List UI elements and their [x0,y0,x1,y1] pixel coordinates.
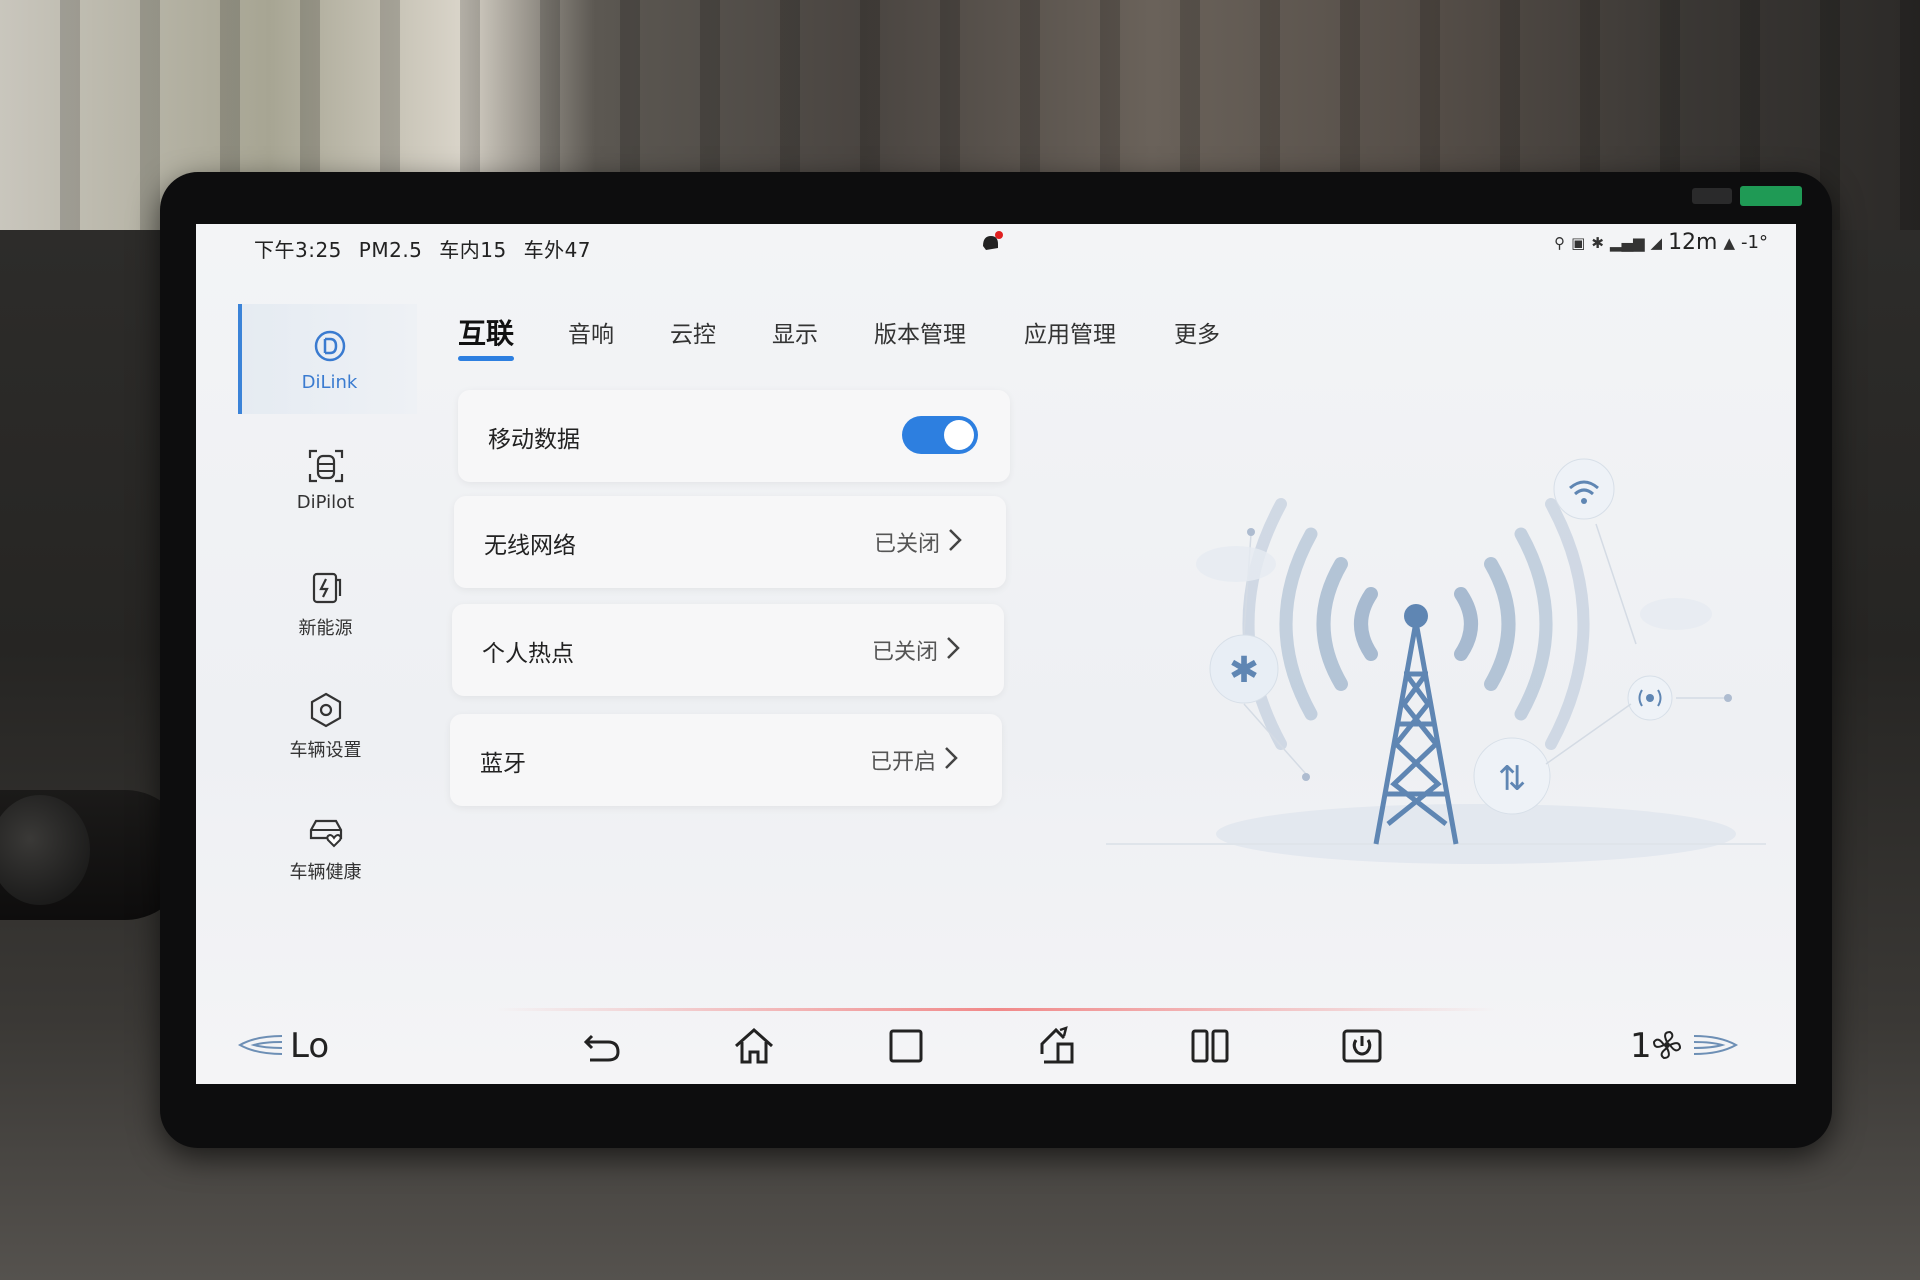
chevron-right-icon [949,529,962,551]
fan-icon[interactable] [1650,1028,1684,1062]
wifi-row[interactable]: 无线网络 已关闭 [454,496,1006,588]
tab-version-management[interactable]: 版本管理 [874,315,966,349]
bluetooth-label: 蓝牙 [480,751,526,777]
tab-active-indicator [458,356,514,361]
svg-text:⇅: ⇅ [1498,759,1527,799]
left-temperature[interactable]: Lo [290,1026,329,1066]
status-right-group: ⚲ ▣ ✱ ▂▄▆ ◢ 12m ▲ -1° [1554,230,1768,255]
sidebar: DiLink DiPilot 新能源 车辆设置 车辆健康 [238,304,418,994]
bluetooth-status: 已开启 [869,750,936,775]
hotspot-status: 已关闭 [871,640,938,665]
tab-display[interactable]: 显示 [772,315,818,349]
mobile-data-label: 移动数据 [488,427,580,453]
sidebar-item-vehicle-settings[interactable]: 车辆设置 [238,670,413,780]
nav-accent-line [496,1008,1496,1011]
hotspot-row[interactable]: 个人热点 已关闭 [452,604,1004,696]
back-icon[interactable] [578,1022,626,1070]
sidebar-item-label: DiLink [301,372,358,393]
fan-speed-value[interactable]: 1 [1630,1026,1652,1066]
sidebar-item-label: DiPilot [296,492,355,513]
left-airflow-icon [237,1035,283,1055]
status-pm25: PM2.5 [358,238,423,262]
notification-icon[interactable] [978,230,1004,256]
sidebar-item-dipilot[interactable]: DiPilot [238,426,413,536]
mobile-data-row[interactable]: 移动数据 [458,390,1010,482]
status-time: 下午3:25 [254,238,342,262]
toggle-knob [944,420,974,450]
car-health-icon [309,819,342,848]
tab-audio[interactable]: 音响 [568,315,614,349]
tab-label: 互联 [458,317,515,350]
bezel-indicator-light [1740,186,1802,206]
wifi-label: 无线网络 [484,533,576,559]
recent-apps-icon[interactable] [882,1022,930,1070]
status-right-temp: -1° [1741,232,1768,253]
triangle-signal-icon: ◢ [1650,233,1663,252]
chevron-right-icon [947,637,960,659]
status-altitude: 12m [1668,230,1718,255]
sidebar-item-new-energy[interactable]: 新能源 [238,548,413,658]
tab-more[interactable]: 更多 [1174,315,1220,349]
dipilot-icon [308,449,343,483]
split-screen-icon[interactable] [1186,1022,1234,1070]
sim-icon: ▣ [1571,233,1586,252]
tab-app-management[interactable]: 应用管理 [1024,315,1116,349]
sidebar-item-vehicle-health[interactable]: 车辆健康 [238,792,413,902]
wifi-status: 已关闭 [873,532,940,557]
status-outdoor: 车外47 [523,238,592,262]
sidebar-item-label: 车辆设置 [289,740,362,761]
bluetooth-status-icon: ✱ [1591,233,1604,252]
bezel-camera [1692,188,1732,204]
dilink-icon [314,330,345,362]
right-airflow-icon [1693,1035,1739,1055]
charging-icon [312,572,341,604]
location-icon: ⚲ [1554,233,1566,252]
chevron-right-icon [945,747,958,769]
hexagon-settings-icon [310,692,341,728]
rotate-screen-icon[interactable] [1034,1022,1082,1070]
bluetooth-row[interactable]: 蓝牙 已开启 [450,714,1002,806]
svg-text:✱: ✱ [1229,650,1259,691]
signal-icon: ▂▄▆ [1609,233,1645,252]
home-icon[interactable] [730,1022,778,1070]
infotainment-screen: 下午3:25 PM2.5 车内15 车外47 ⚲ ▣ ✱ ▂▄▆ ◢ 12m ▲… [196,224,1796,1084]
mountain-icon: ▲ [1723,233,1736,252]
status-info: 下午3:25 PM2.5 车内15 车外47 [254,234,601,263]
tab-cloud-control[interactable]: 云控 [670,315,716,349]
sidebar-item-dilink[interactable]: DiLink [238,304,417,414]
hotspot-label: 个人热点 [482,641,574,667]
screen-power-icon[interactable] [1338,1022,1386,1070]
mobile-data-toggle[interactable] [902,416,978,454]
sidebar-item-label: 新能源 [298,618,353,639]
network-tower-illustration: ✱ ⇅ [1106,458,1766,864]
sidebar-item-label: 车辆健康 [289,862,362,883]
tab-interconnect[interactable]: 互联 [458,312,515,361]
status-indoor: 车内15 [439,238,507,262]
status-bar: 下午3:25 PM2.5 车内15 车外47 ⚲ ▣ ✱ ▂▄▆ ◢ 12m ▲… [196,224,1796,268]
bottom-navigation-bar: Lo 1 [196,1008,1796,1084]
